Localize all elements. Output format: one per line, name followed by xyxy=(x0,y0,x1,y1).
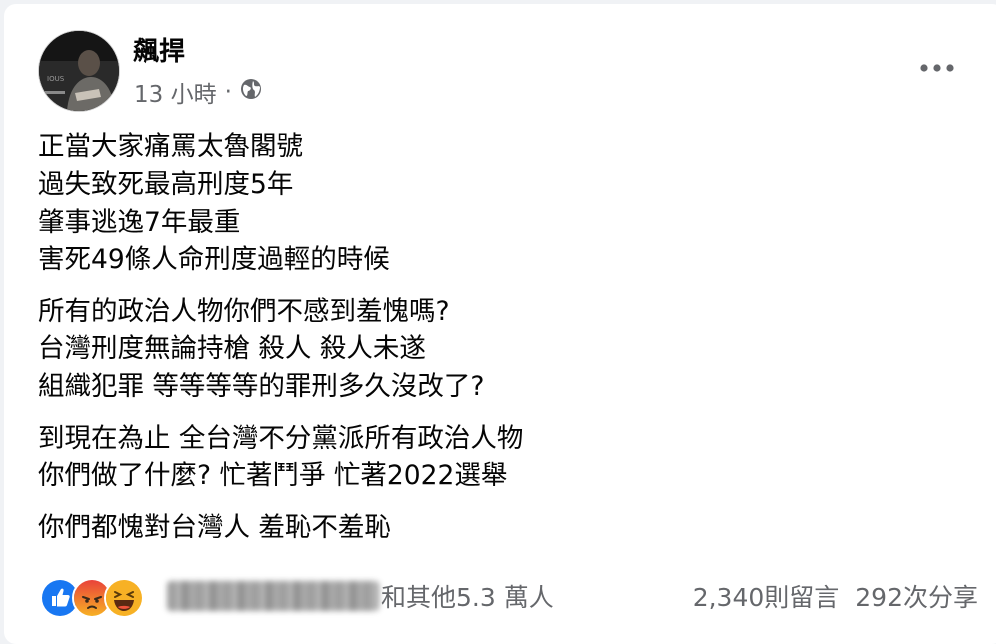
post-card: IOUS 飆捍 13 小時 · 正當大家痛罵太魯閣號 過失致死最高刑度5年 肇事… xyxy=(4,4,996,644)
text-line: 過失致死最高刑度5年 xyxy=(38,168,294,200)
more-options-icon[interactable] xyxy=(909,54,965,82)
reaction-icons[interactable] xyxy=(40,578,144,618)
paragraph: 正當大家痛罵太魯閣號 過失致死最高刑度5年 肇事逃逸7年最重 害死49條人命刑度… xyxy=(38,128,523,279)
haha-icon xyxy=(104,578,144,618)
author-name[interactable]: 飆捍 xyxy=(133,31,185,68)
post-time[interactable]: 13 小時 xyxy=(134,75,217,109)
text-line: 到現在為止 全台灣不分黨派所有政治人物 xyxy=(38,422,524,454)
text-line: 你們都愧對台灣人 羞恥不羞恥 xyxy=(38,511,391,543)
redacted-names xyxy=(167,581,379,611)
shares-count[interactable]: 292次分享 xyxy=(855,578,978,614)
comments-count[interactable]: 2,340則留言 xyxy=(693,578,840,614)
post-meta: 13 小時 · xyxy=(134,75,262,109)
engagement-counts: 2,340則留言 292次分享 xyxy=(693,578,978,614)
others-count: 和其他5.3 萬人 xyxy=(381,583,554,612)
post-body: 正當大家痛罵太魯閣號 過失致死最高刑度5年 肇事逃逸7年最重 害死49條人命刑度… xyxy=(38,128,523,560)
text-line: 肇事逃逸7年最重 xyxy=(38,206,241,238)
text-line: 害死49條人命刑度過輕的時候 xyxy=(38,244,390,276)
paragraph: 你們都愧對台灣人 羞恥不羞恥 xyxy=(38,509,523,547)
globe-icon xyxy=(240,78,262,106)
text-line: 台灣刑度無論持槍 殺人 殺人未遂 xyxy=(38,333,426,365)
text-line: 正當大家痛罵太魯閣號 xyxy=(38,131,303,162)
text-line: 你們做了什麼? 忙著鬥爭 忙著2022選舉 xyxy=(38,460,508,492)
svg-text:IOUS: IOUS xyxy=(47,75,65,83)
paragraph: 所有的政治人物你們不感到羞愧嗎? 台灣刑度無論持槍 殺人 殺人未遂 組織犯罪 等… xyxy=(38,293,523,406)
text-line: 所有的政治人物你們不感到羞愧嗎? xyxy=(38,295,450,327)
reaction-summary[interactable]: 和其他5.3 萬人 xyxy=(167,578,554,614)
meta-separator: · xyxy=(224,79,232,105)
avatar-image: IOUS xyxy=(39,31,119,111)
paragraph: 到現在為止 全台灣不分黨派所有政治人物 你們做了什麼? 忙著鬥爭 忙著2022選… xyxy=(38,420,523,496)
text-line: 組織犯罪 等等等等的罪刑多久沒改了? xyxy=(38,371,485,403)
author-avatar[interactable]: IOUS xyxy=(38,30,120,112)
